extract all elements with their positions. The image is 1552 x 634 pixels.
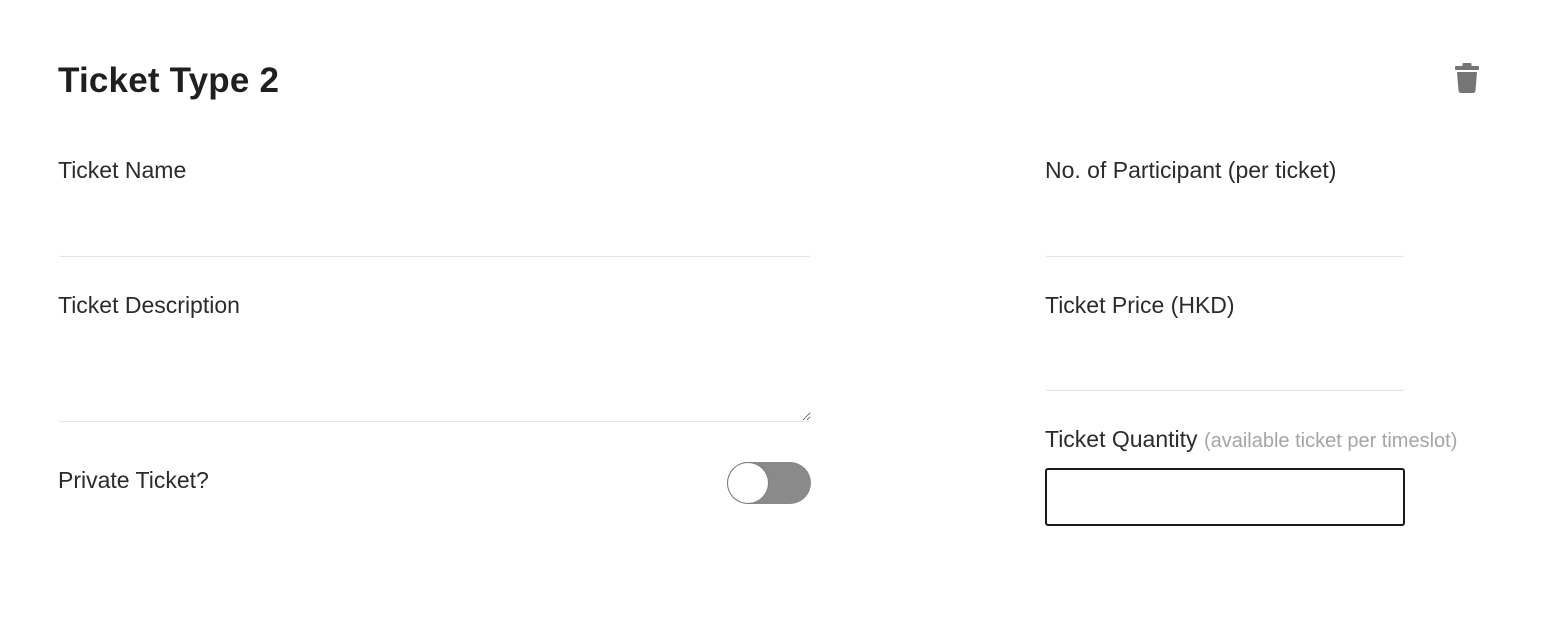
toggle-knob [728, 463, 768, 503]
delete-ticket-button[interactable] [1448, 58, 1486, 100]
page-title: Ticket Type 2 [58, 61, 280, 100]
ticket-name-input[interactable] [58, 200, 811, 257]
ticket-quantity-input[interactable] [1045, 468, 1405, 526]
ticket-price-input[interactable] [1045, 334, 1405, 391]
private-ticket-label: Private Ticket? [58, 467, 209, 493]
ticket-price-label: Ticket Price (HKD) [1045, 292, 1235, 318]
participants-label: No. of Participant (per ticket) [1045, 157, 1337, 183]
ticket-quantity-label: Ticket Quantity (available ticket per ti… [1045, 424, 1457, 456]
trash-icon [1455, 62, 1479, 96]
participants-input[interactable] [1045, 200, 1405, 257]
ticket-name-label: Ticket Name [58, 157, 187, 183]
ticket-description-textarea[interactable] [58, 334, 811, 422]
private-ticket-toggle[interactable] [727, 462, 811, 504]
ticket-description-label: Ticket Description [58, 292, 240, 318]
ticket-quantity-label-text: Ticket Quantity [1045, 426, 1198, 452]
ticket-type-form: Ticket Type 2 Ticket Name Ticket Descrip… [0, 0, 1552, 634]
ticket-quantity-hint: (available ticket per timeslot) [1203, 430, 1458, 452]
